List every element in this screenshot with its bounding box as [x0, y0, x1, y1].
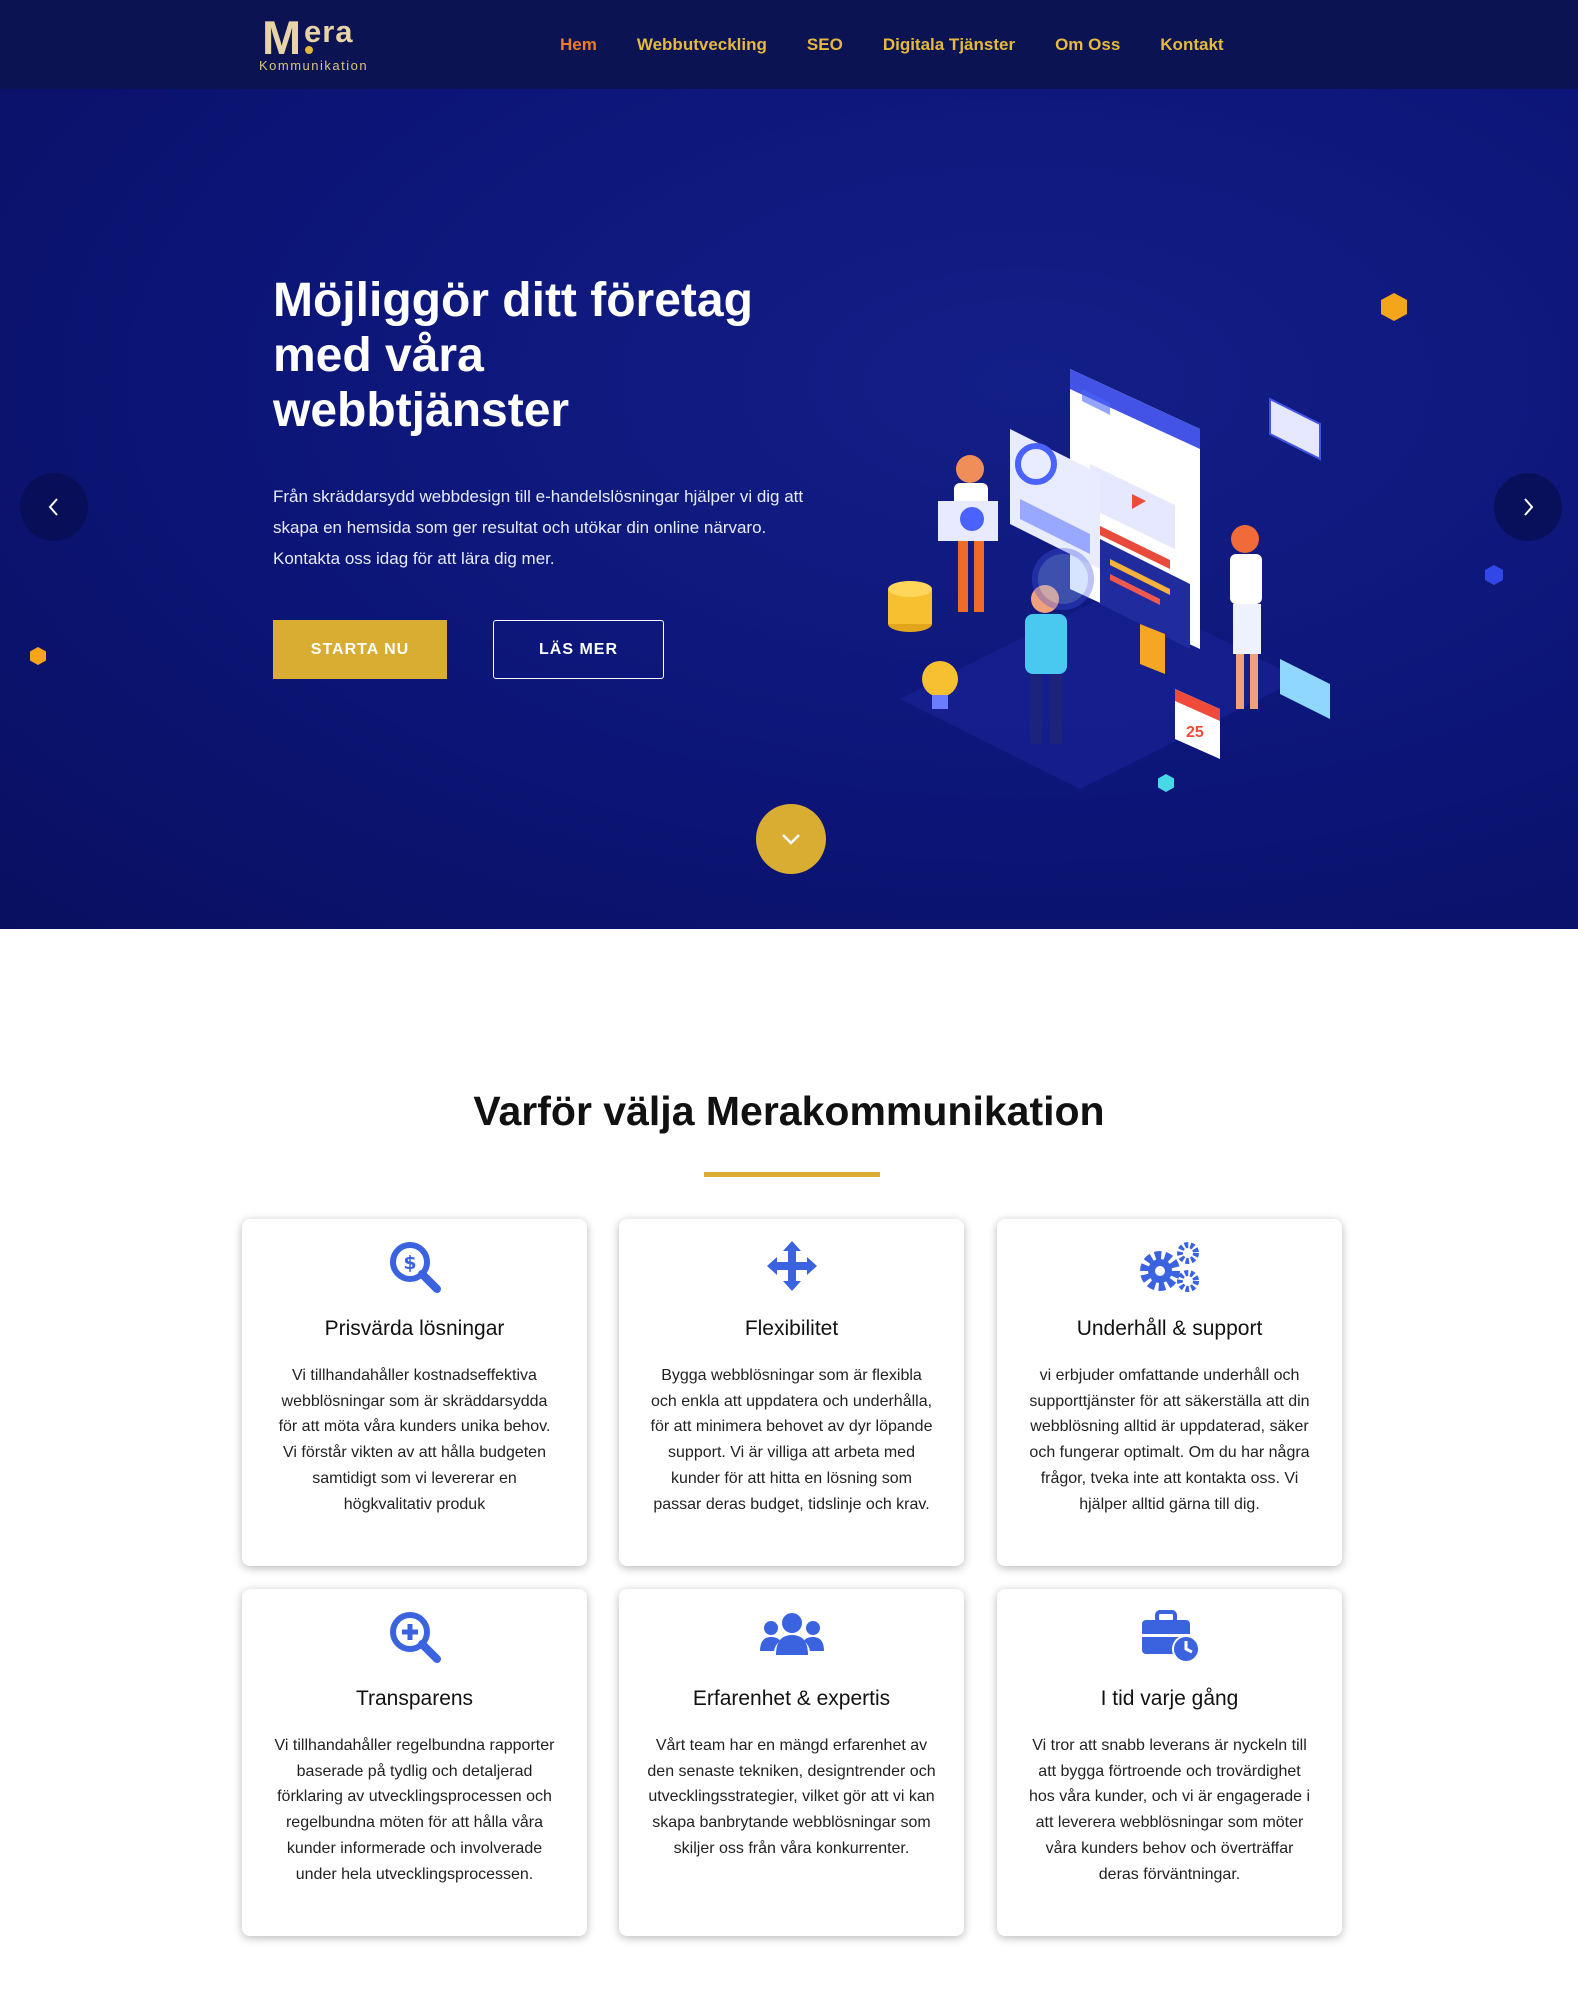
feature-title: I tid varje gång [1100, 1687, 1239, 1710]
logo[interactable]: M era Kommunikation [259, 14, 379, 76]
feature-text: Vi tror att snabb leverans är nyckeln ti… [1028, 1737, 1311, 1883]
feature-title: Underhåll & support [1076, 1317, 1263, 1340]
hero-slider: Möjliggör ditt företag med våra webbtjän… [0, 89, 1578, 929]
chevron-left-icon [48, 498, 58, 516]
feature-text: Vi tillhandahåller regelbundna rapporter… [274, 1737, 555, 1883]
hero-description: Från skräddarsydd webbdesign till e-hand… [273, 487, 804, 568]
nav-item-seo[interactable]: SEO [807, 35, 843, 55]
logo-initial: M [262, 11, 302, 64]
chevron-right-icon [1524, 498, 1534, 516]
nav-item-webbutveckling[interactable]: Webbutveckling [637, 35, 767, 55]
hexagon-decoration [1485, 565, 1503, 585]
feature-title: Flexibilitet [744, 1317, 839, 1340]
nav-item-om-oss[interactable]: Om Oss [1055, 35, 1120, 55]
start-now-button[interactable]: STARTA NU [273, 620, 447, 679]
feature-text: vi erbjuder omfattande underhåll och sup… [1029, 1367, 1310, 1513]
gears-icon [1139, 1242, 1199, 1292]
read-more-button[interactable]: LÄS MER [493, 620, 664, 679]
logo-subtitle: Kommunikation [259, 58, 369, 73]
feature-card: Erfarenhet & expertis Vårt team har en m… [619, 1589, 964, 1936]
scroll-down-button[interactable] [756, 804, 826, 874]
feature-title: Transparens [355, 1687, 474, 1710]
search-dollar-icon: $ [389, 1242, 441, 1293]
nav-item-digitala-tjanster[interactable]: Digitala Tjänster [883, 35, 1015, 55]
feature-title: Prisvärda lösningar [324, 1317, 505, 1340]
nav-item-kontakt[interactable]: Kontakt [1160, 35, 1223, 55]
main-nav: Hem Webbutveckling SEO Digitala Tjänster… [560, 0, 1264, 89]
feature-card: $ Prisvärda lösningar Vi tillhandahåller… [242, 1219, 587, 1566]
hexagon-decoration [1381, 293, 1407, 321]
arrows-move-icon [766, 1241, 817, 1291]
web-development-illustration: 25 [888, 369, 1330, 789]
nav-item-hem[interactable]: Hem [560, 35, 597, 55]
calendar-day-label: 25 [1186, 724, 1204, 741]
feature-text: Vi tillhandahåller kostnadseffektiva web… [278, 1367, 551, 1513]
feature-text: Vårt team har en mängd erfarenhet av den… [647, 1737, 936, 1857]
feature-card: Flexibilitet Bygga webblösningar som är … [619, 1219, 964, 1566]
hero-title: Möjliggör ditt företag med våra webbtjän… [273, 274, 753, 437]
site-header: M era Kommunikation Hem Webbutveckling S… [0, 0, 1578, 89]
briefcase-clock-icon [1141, 1610, 1200, 1663]
slider-prev-button[interactable] [20, 473, 88, 541]
feature-card: Underhåll & support vi erbjuder omfattan… [997, 1219, 1342, 1566]
feature-title: Erfarenhet & expertis [692, 1687, 891, 1710]
features-title: Varför välja Merakommunikation [473, 1088, 1105, 1134]
feature-card: I tid varje gång Vi tror att snabb lever… [997, 1589, 1342, 1936]
title-divider [704, 1172, 880, 1177]
chevron-down-icon [782, 834, 800, 845]
users-icon [759, 1613, 824, 1655]
search-plus-icon [389, 1612, 441, 1663]
feature-text: Bygga webblösningar som är flexibla och … [650, 1367, 933, 1513]
logo-wordmark: era [304, 14, 354, 49]
svg-text:$: $ [403, 1252, 416, 1274]
feature-card: Transparens Vi tillhandahåller regelbund… [242, 1589, 587, 1936]
hexagon-decoration [30, 647, 46, 665]
slider-next-button[interactable] [1494, 473, 1562, 541]
